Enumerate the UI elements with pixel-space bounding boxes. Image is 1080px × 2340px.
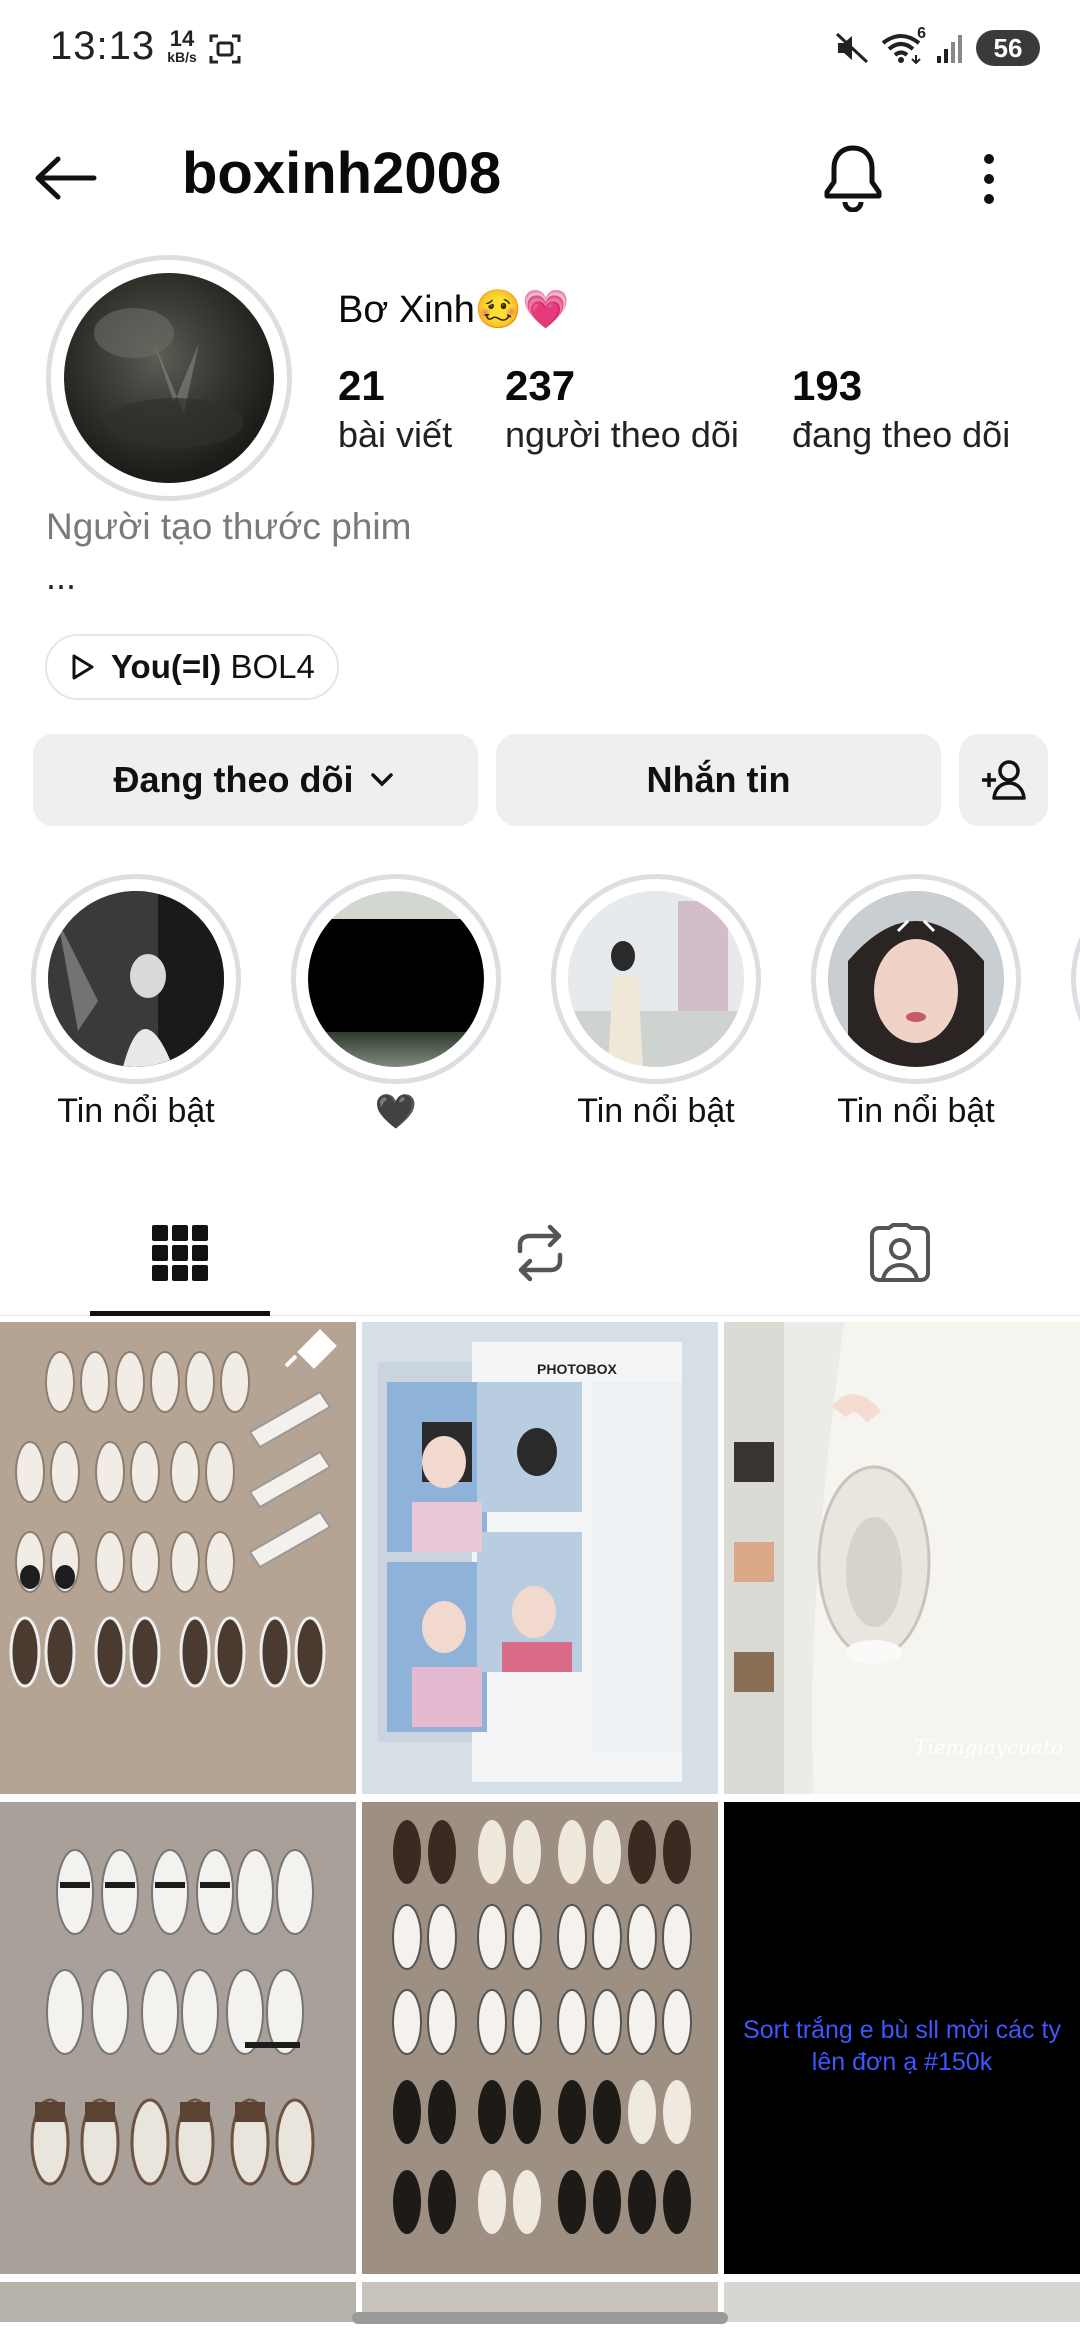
play-icon <box>72 654 94 680</box>
display-name: Bơ Xinh🥴💗 <box>338 289 570 331</box>
stat-following[interactable]: 193 đang theo dõi <box>792 362 1010 456</box>
stat-posts[interactable]: 21 bài viết <box>338 362 452 456</box>
message-button[interactable]: Nhắn tin <box>496 734 941 826</box>
profile-category: Người tạo thước phim <box>46 506 412 547</box>
highlight-label: Tin nổi bật <box>577 1092 735 1130</box>
status-bar: 13:13 14 kB/s 6 56 <box>0 0 1080 100</box>
mute-icon <box>835 32 869 64</box>
highlight-ring <box>1071 874 1080 1084</box>
posts-grid: PHOTOBOX Tiemgiaycuato Sort trắng e bù s… <box>0 1322 1080 2322</box>
profile-header: boxinh2008 <box>0 120 1080 230</box>
back-button[interactable] <box>32 148 102 208</box>
post-thumbnail[interactable] <box>724 2282 1080 2322</box>
post-thumbnail[interactable]: Sort trắng e bù sll mời các ty lên đơn ạ… <box>724 1802 1080 2274</box>
username: boxinh2008 <box>182 141 502 206</box>
tagged-user-icon <box>870 1223 930 1282</box>
following-count: 193 <box>792 362 863 409</box>
message-button-label: Nhắn tin <box>646 759 791 800</box>
post-thumbnail[interactable] <box>0 1322 356 1794</box>
tab-reposts[interactable] <box>360 1190 720 1316</box>
profile-tabs <box>0 1190 1080 1316</box>
highlight-cover <box>828 891 1004 1067</box>
following-label: đang theo dõi <box>792 414 1011 455</box>
repost-icon <box>517 1224 563 1282</box>
avatar-photo <box>94 308 244 448</box>
arrow-left-icon <box>35 156 97 200</box>
post-image <box>362 1802 718 2274</box>
network-speed: 14 kB/s <box>162 26 202 66</box>
profile-actions: Đang theo dõi Nhắn tin <box>33 734 1048 826</box>
status-time: 13:13 <box>50 24 156 68</box>
signal-icon <box>937 35 962 63</box>
post-image <box>0 1322 356 1794</box>
notifications-button[interactable] <box>820 142 890 213</box>
network-speed-value: 14 <box>169 26 195 51</box>
highlight-label: 🖤 <box>374 1093 418 1131</box>
music-title: You(=I) <box>111 648 222 685</box>
post-image: Tiemgiaycuato <box>724 1322 1080 1794</box>
screenshot-icon <box>209 34 241 64</box>
stat-followers[interactable]: 237 người theo dõi <box>505 362 739 456</box>
followers-count: 237 <box>505 362 576 409</box>
more-options-button[interactable] <box>964 144 1014 214</box>
suggest-users-button[interactable] <box>959 734 1048 826</box>
story-highlights: Tin nổi bật 🖤 Tin nổi bật Tin nổi bật <box>0 874 1080 1144</box>
music-artist: BOL4 <box>230 648 315 685</box>
highlight-label: Tin nổi bật <box>57 1092 215 1130</box>
following-button-label: Đang theo dõi <box>113 759 354 800</box>
post-thumbnail[interactable]: Tiemgiaycuato <box>724 1322 1080 1794</box>
following-button[interactable]: Đang theo dõi <box>33 734 478 826</box>
more-vertical-icon <box>984 154 994 204</box>
bio-more[interactable]: ... <box>46 556 76 598</box>
network-speed-unit: kB/s <box>167 49 197 65</box>
highlight-cover <box>568 891 744 1067</box>
avatar[interactable] <box>64 273 274 483</box>
profile-stats: 21 bài viết 237 người theo dõi 193 đang … <box>338 362 1058 472</box>
active-tab-indicator <box>90 1311 270 1316</box>
followers-label: người theo dõi <box>505 414 739 455</box>
highlight-cover <box>308 891 484 1067</box>
wifi-icon: 6 <box>880 25 926 65</box>
watermark-text: Tiemgiaycuato <box>914 1735 1063 1759</box>
home-indicator[interactable] <box>352 2312 728 2324</box>
chevron-down-icon <box>371 773 394 787</box>
posts-count: 21 <box>338 362 385 409</box>
highlight-cover <box>48 891 224 1067</box>
bell-icon <box>824 145 882 213</box>
wifi-badge: 6 <box>917 25 926 42</box>
add-user-icon <box>981 760 1026 800</box>
profile-screen: 13:13 14 kB/s 6 56 boxinh2008 Bơ Xinh🥴💗 … <box>0 0 1080 2340</box>
battery-indicator: 56 <box>976 30 1040 66</box>
post-image: PHOTOBOX <box>362 1322 718 1794</box>
post-thumbnail[interactable] <box>0 1802 356 2274</box>
tab-posts-grid[interactable] <box>0 1190 360 1316</box>
post-caption-text: Sort trắng e bù sll mời các ty lên đơn ạ… <box>743 2016 1061 2077</box>
post-thumbnail[interactable] <box>0 2282 356 2322</box>
post-thumbnail[interactable] <box>362 1802 718 2274</box>
tab-tagged[interactable] <box>720 1190 1080 1316</box>
post-image <box>0 1802 356 2274</box>
grid-icon <box>152 1225 208 1281</box>
music-pill[interactable]: You(=I) BOL4 <box>45 634 339 700</box>
highlight-label: Tin nổi bật <box>837 1092 995 1130</box>
status-icons: 6 56 <box>834 25 1040 66</box>
post-thumbnail[interactable]: PHOTOBOX <box>362 1322 718 1794</box>
posts-label: bài viết <box>338 414 453 455</box>
photobox-label: PHOTOBOX <box>537 1361 618 1377</box>
